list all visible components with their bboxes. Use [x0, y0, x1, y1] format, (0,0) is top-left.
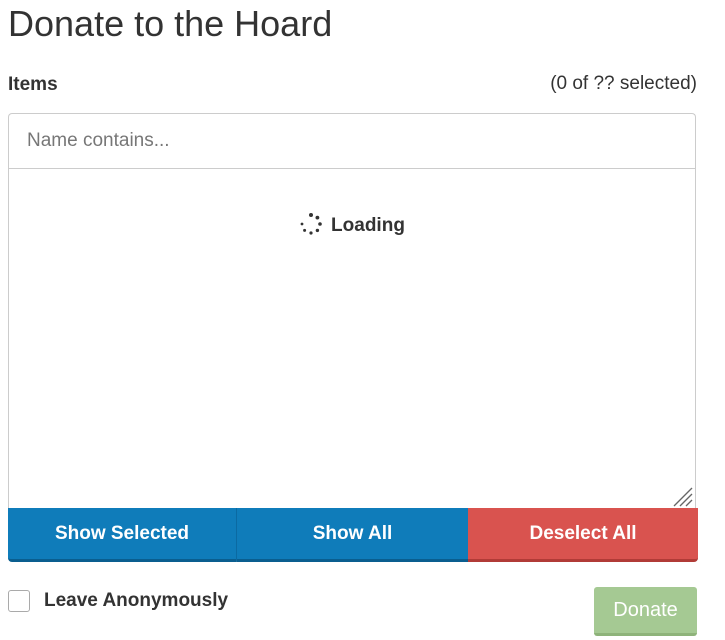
- selection-count: (0 of ?? selected): [550, 73, 697, 94]
- loading-text: Loading: [331, 215, 405, 237]
- loading-indicator: Loading: [9, 212, 695, 238]
- page-title: Donate to the Hoard: [8, 3, 333, 44]
- show-all-button[interactable]: Show All: [237, 508, 468, 562]
- items-label: Items: [8, 74, 58, 95]
- spinner-icon: [299, 212, 323, 236]
- donate-button[interactable]: Donate: [594, 587, 697, 636]
- items-panel: Loading: [8, 113, 696, 509]
- leave-anonymously-label[interactable]: Leave Anonymously: [44, 590, 228, 612]
- name-filter-input[interactable]: [9, 114, 695, 169]
- item-filter-button-bar: Show Selected Show All Deselect All: [8, 508, 698, 562]
- anonymous-option: Leave Anonymously: [8, 590, 228, 612]
- show-selected-button[interactable]: Show Selected: [8, 508, 237, 562]
- resize-handle-icon[interactable]: [671, 485, 693, 507]
- deselect-all-button[interactable]: Deselect All: [468, 508, 698, 562]
- leave-anonymously-checkbox[interactable]: [8, 590, 30, 612]
